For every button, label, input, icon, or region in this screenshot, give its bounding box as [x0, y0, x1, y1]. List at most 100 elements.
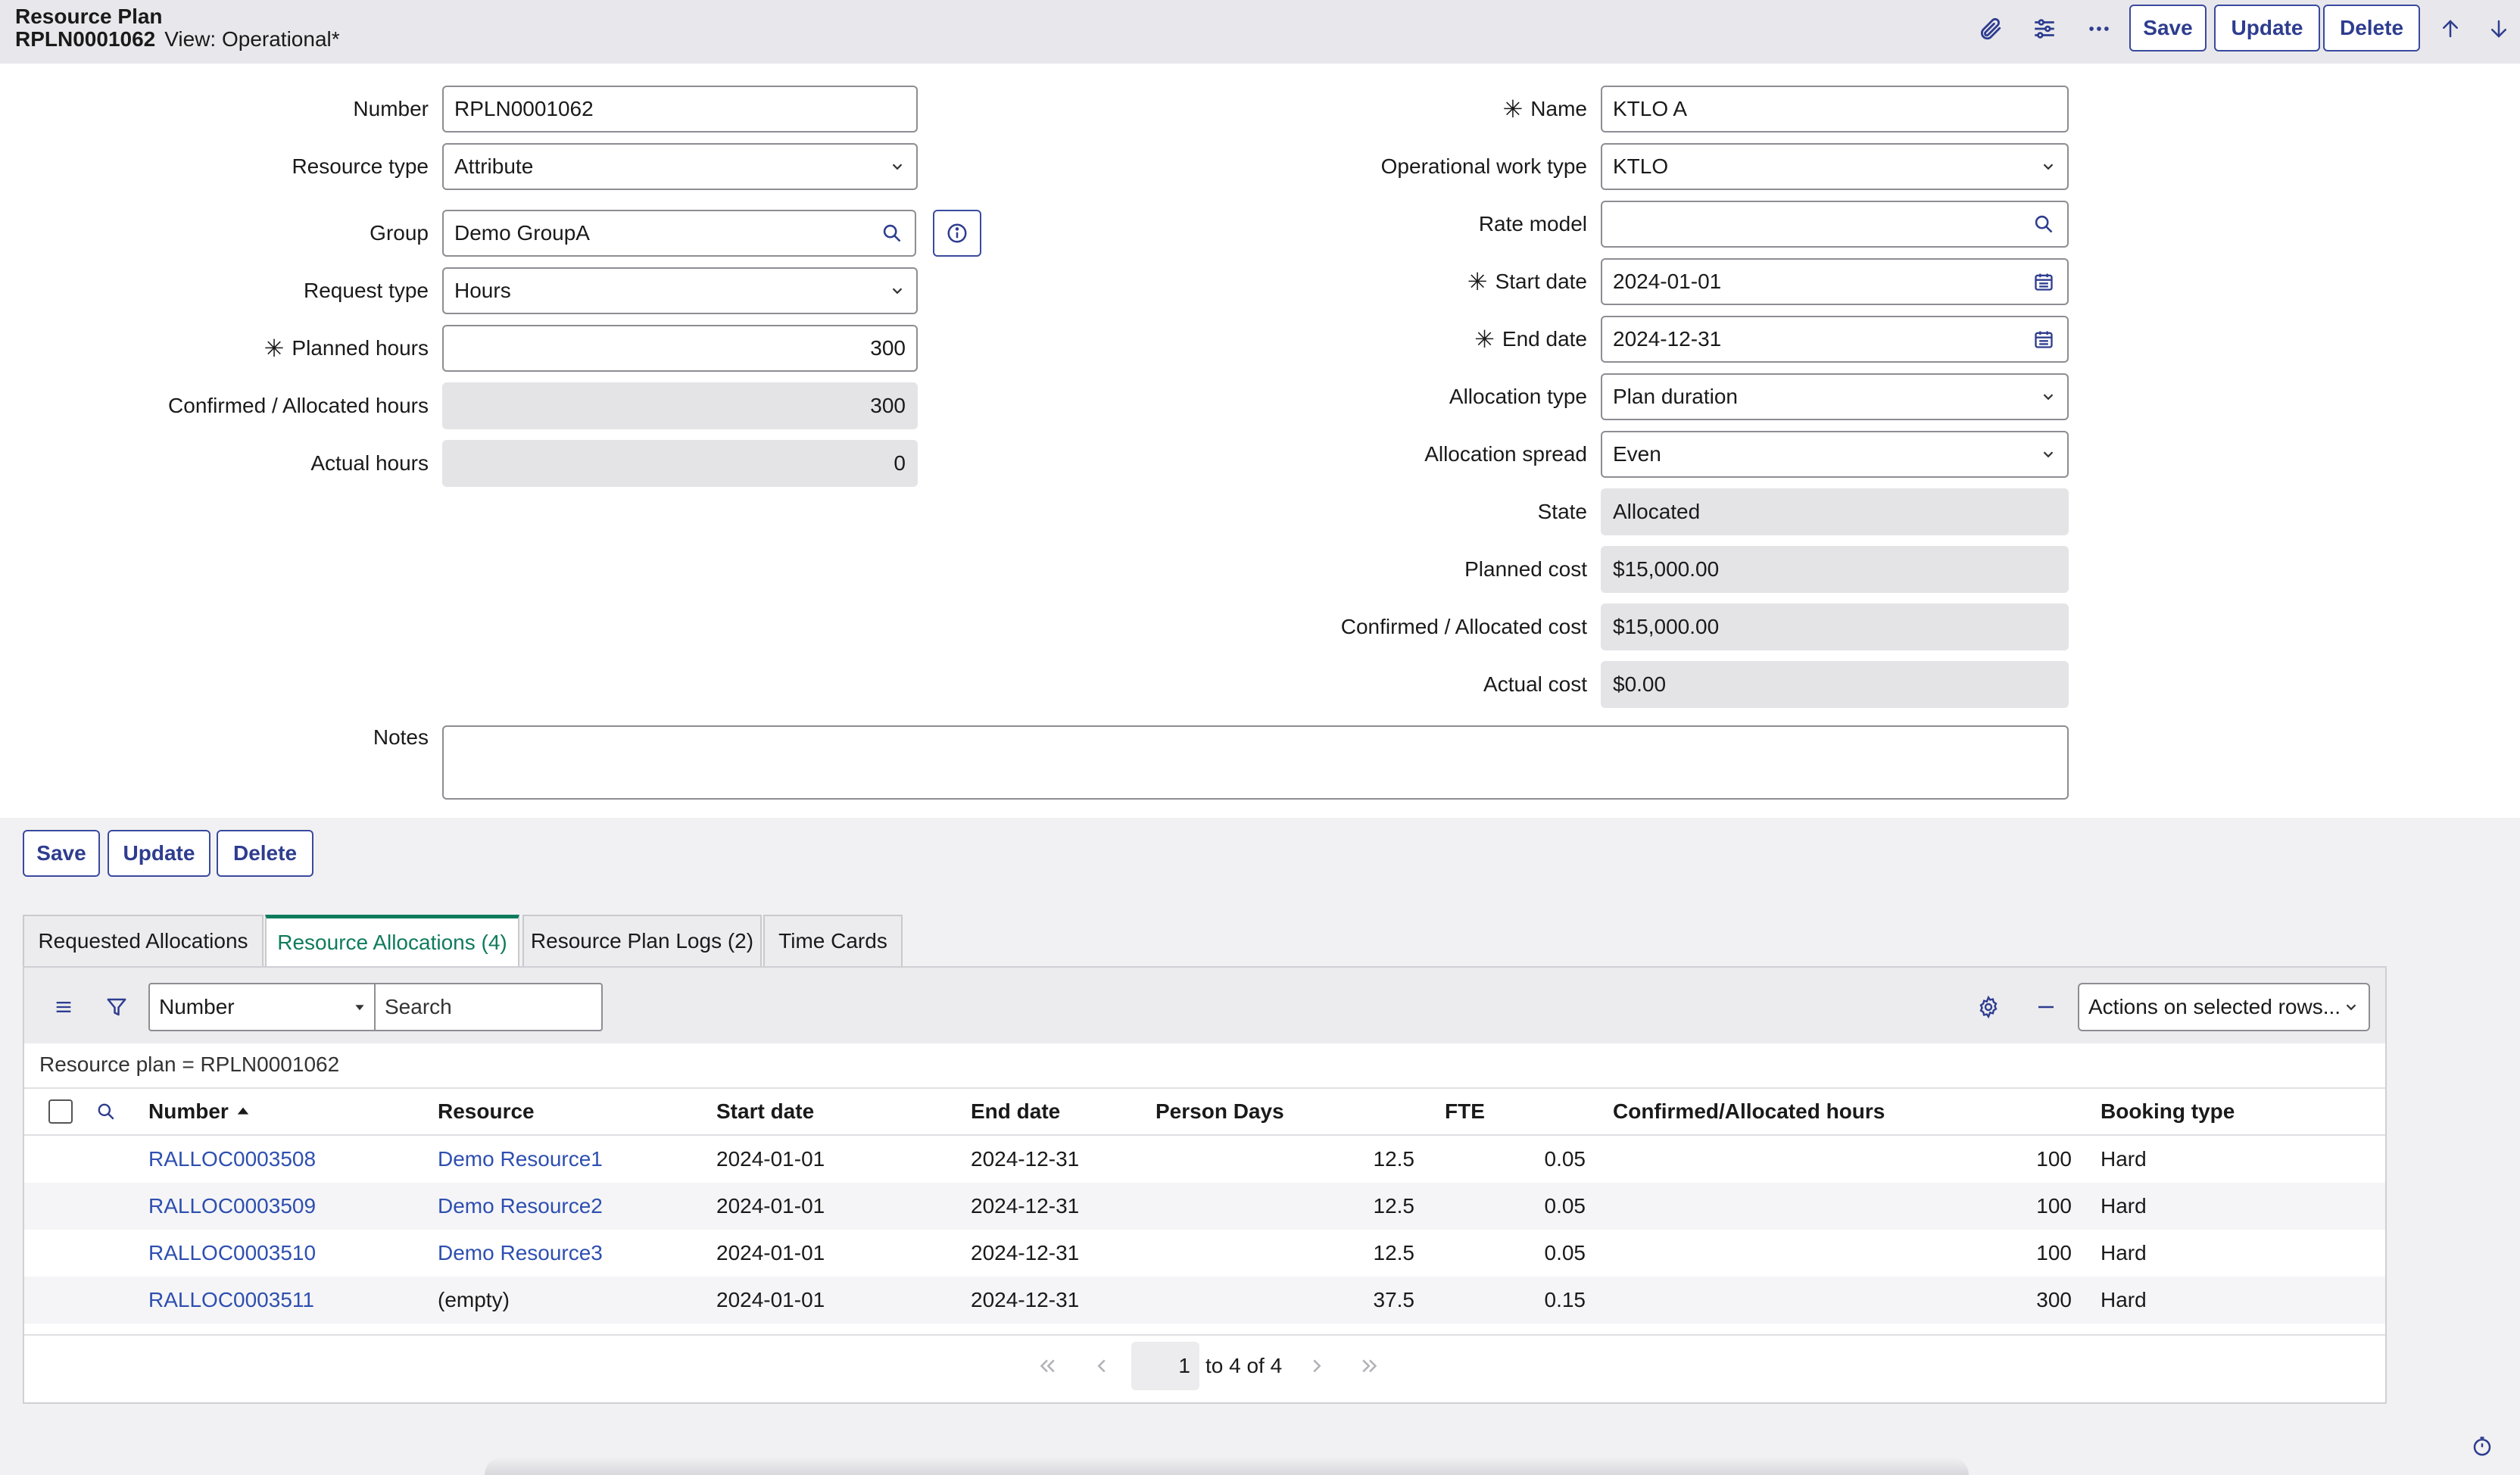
state-label: State: [1537, 500, 1587, 523]
tab-requested-allocations[interactable]: Requested Allocations: [23, 915, 264, 966]
filter-funnel-icon[interactable]: [101, 992, 132, 1022]
number-field[interactable]: RPLN0001062: [442, 86, 918, 133]
confirmed-hours-label: Confirmed / Allocated hours: [168, 394, 429, 417]
end-date-field[interactable]: 2024-12-31: [1601, 316, 2022, 363]
tab-resource-plan-logs[interactable]: Resource Plan Logs (2): [522, 915, 762, 966]
list-context-menu-icon[interactable]: [48, 992, 79, 1022]
tab-resource-allocations[interactable]: Resource Allocations (4): [265, 915, 519, 966]
list-search-input[interactable]: Search: [376, 983, 603, 1031]
request-type-select[interactable]: Hours: [442, 267, 918, 314]
rate-model-lookup-search-icon[interactable]: [2020, 201, 2069, 248]
previous-page-icon[interactable]: [1090, 1342, 1113, 1390]
col-number-header[interactable]: Number: [148, 1096, 250, 1127]
required-asterisk-icon: ✳: [1474, 326, 1495, 353]
header-update-button[interactable]: Update: [2214, 5, 2320, 51]
confirmed-cost-field: $15,000.00: [1601, 603, 2069, 650]
actions-select-label: Actions on selected rows...: [2088, 995, 2341, 1018]
confirmed-hours-cell: 300: [2036, 1288, 2072, 1311]
end-date-cell: 2024-12-31: [971, 1147, 1080, 1171]
first-page-icon[interactable]: [1036, 1342, 1059, 1390]
group-info-icon[interactable]: [933, 210, 981, 257]
header-delete-button[interactable]: Delete: [2323, 5, 2420, 51]
start-date-label: ✳ Start date: [1242, 258, 1587, 305]
planned-hours-label: ✳ Planned hours: [76, 325, 429, 372]
timer-icon[interactable]: [2467, 1431, 2497, 1461]
resource-type-select[interactable]: Attribute: [442, 143, 918, 190]
previous-record-arrow-icon[interactable]: [2429, 9, 2472, 48]
confirmed-hours-field: 300: [442, 382, 918, 429]
start-date-field[interactable]: 2024-01-01: [1601, 258, 2022, 305]
start-date-cell: 2024-01-01: [716, 1147, 825, 1171]
page-number-input[interactable]: 1: [1131, 1342, 1199, 1390]
actions-on-selected-rows-select[interactable]: Actions on selected rows...: [2078, 983, 2370, 1031]
operational-work-type-select[interactable]: KTLO: [1601, 143, 2069, 190]
allocation-type-select[interactable]: Plan duration: [1601, 373, 2069, 420]
group-field[interactable]: Demo GroupA: [442, 210, 871, 257]
tab-time-cards[interactable]: Time Cards: [763, 915, 903, 966]
planned-cost-field: $15,000.00: [1601, 546, 2069, 593]
form-update-button[interactable]: Update: [108, 830, 211, 877]
next-record-arrow-icon[interactable]: [2481, 9, 2517, 48]
booking-type-cell: Hard: [2101, 1288, 2147, 1311]
chevron-down-icon: [2346, 1004, 2356, 1011]
record-subtitle: RPLN0001062 View: Operational*: [15, 27, 340, 51]
list-settings-gear-icon[interactable]: [1972, 990, 2005, 1024]
col-fte-header[interactable]: FTE: [1445, 1096, 1485, 1127]
confirmed-cost-label: Confirmed / Allocated cost: [1340, 615, 1587, 638]
header-save-button[interactable]: Save: [2129, 5, 2207, 51]
group-lookup-search-icon[interactable]: [869, 210, 916, 257]
col-start-date-header[interactable]: Start date: [716, 1096, 814, 1127]
end-date-calendar-icon[interactable]: [2020, 316, 2069, 363]
paperclip-icon[interactable]: [1969, 9, 2011, 48]
resource-link[interactable]: Demo Resource1: [438, 1136, 603, 1183]
col-booking-type-header[interactable]: Booking type: [2101, 1096, 2235, 1127]
col-confirmed-hours-header[interactable]: Confirmed/Allocated hours: [1613, 1096, 1885, 1127]
notes-label: Notes: [373, 725, 429, 749]
search-field-value: Number: [159, 995, 235, 1018]
group-label: Group: [370, 221, 429, 245]
start-date-calendar-icon[interactable]: [2020, 258, 2069, 305]
next-page-icon[interactable]: [1305, 1342, 1328, 1390]
last-page-icon[interactable]: [1358, 1342, 1381, 1390]
start-date-label-text: Start date: [1495, 270, 1587, 293]
col-resource-header[interactable]: Resource: [438, 1096, 535, 1127]
bottom-shadow-bar: [485, 1457, 1969, 1475]
booking-type-cell: Hard: [2101, 1147, 2147, 1171]
planned-hours-field[interactable]: 300: [442, 325, 918, 372]
notes-textarea[interactable]: [442, 725, 2069, 800]
name-label: ✳ Name: [1242, 86, 1587, 133]
fte-cell: 0.05: [1544, 1147, 1586, 1171]
select-all-checkbox[interactable]: [48, 1099, 73, 1124]
resource-type-label: Resource type: [292, 154, 429, 178]
end-date-cell: 2024-12-31: [971, 1194, 1080, 1218]
start-date-cell: 2024-01-01: [716, 1194, 825, 1218]
allocation-spread-select[interactable]: Even: [1601, 431, 2069, 478]
collapse-minus-icon[interactable]: [2029, 990, 2063, 1024]
required-asterisk-icon: ✳: [264, 335, 285, 362]
caret-down-icon: [355, 1005, 364, 1011]
fte-cell: 0.15: [1544, 1288, 1586, 1311]
resource-link[interactable]: Demo Resource2: [438, 1183, 603, 1230]
record-number: RPLN0001062: [15, 27, 156, 51]
actual-cost-label: Actual cost: [1483, 672, 1587, 696]
col-end-date-header[interactable]: End date: [971, 1096, 1060, 1127]
allocation-number-link[interactable]: RALLOC0003508: [148, 1136, 316, 1183]
allocation-number-link[interactable]: RALLOC0003511: [148, 1277, 314, 1324]
end-date-label-text: End date: [1502, 327, 1587, 351]
col-person-days-header[interactable]: Person Days: [1156, 1096, 1284, 1127]
allocation-number-link[interactable]: RALLOC0003509: [148, 1183, 316, 1230]
rate-model-field[interactable]: [1601, 201, 2022, 248]
personalize-sliders-icon[interactable]: [2023, 9, 2066, 48]
start-date-cell: 2024-01-01: [716, 1288, 825, 1311]
list-breadcrumb[interactable]: Resource plan = RPLN0001062: [39, 1052, 339, 1077]
name-field[interactable]: KTLO A: [1601, 86, 2069, 133]
form-save-button[interactable]: Save: [23, 830, 100, 877]
allocation-spread-value: Even: [1613, 442, 1661, 466]
more-options-icon[interactable]: [2078, 9, 2120, 48]
allocation-number-link[interactable]: RALLOC0003510: [148, 1230, 316, 1277]
resource-link[interactable]: Demo Resource3: [438, 1230, 603, 1277]
column-search-icon[interactable]: [92, 1098, 120, 1125]
state-field: Allocated: [1601, 488, 2069, 535]
form-delete-button[interactable]: Delete: [217, 830, 313, 877]
search-field-select[interactable]: Number: [148, 983, 376, 1031]
